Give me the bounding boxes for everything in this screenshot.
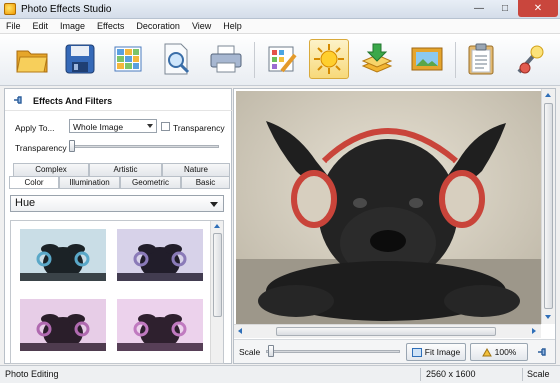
apply-to-label: Apply To... [15,123,55,133]
minimize-button[interactable]: — [466,0,492,17]
close-button[interactable]: ✕ [518,0,558,17]
zoom-actual-icon [481,347,492,356]
fit-image-icon [411,347,422,357]
tab-complex[interactable]: Complex [13,163,89,176]
scale-slider-thumb[interactable] [268,345,274,357]
effect-thumbnail[interactable] [117,229,203,281]
transparency-checkbox-label: Transparency [173,123,225,133]
clipboard-button[interactable] [461,39,501,79]
chevron-down-icon [210,202,218,207]
chevron-down-icon [147,124,153,128]
tab-nature[interactable]: Nature [162,163,230,176]
scale-bar: Scale Fit Image 100% [234,339,555,363]
preview-button[interactable] [156,39,196,79]
actual-size-button[interactable]: 100% [470,343,528,361]
picture-frame-icon [411,47,443,71]
open-folder-icon [16,50,48,73]
color-grid-pencil-icon [268,46,297,73]
pin-icon[interactable] [537,347,547,357]
menu-image[interactable]: Image [54,19,91,33]
menu-edit[interactable]: Edit [27,19,55,33]
status-divider [522,368,523,381]
app-icon [4,3,16,15]
scroll-thumb[interactable] [544,103,553,309]
window-title: Photo Effects Studio [21,4,112,15]
status-mode: Photo Editing [5,369,59,379]
thumbnails-scrollbar[interactable] [210,221,223,363]
image-viewer: Scale Fit Image 100% [233,88,556,364]
magic-wand-icon [517,45,544,74]
layers-button[interactable] [357,39,397,79]
title-bar: Photo Effects Studio — □ ✕ [0,0,560,19]
viewer-vertical-scrollbar[interactable] [541,89,555,324]
transparency-slider-track[interactable] [69,145,219,148]
actual-size-label: 100% [494,347,517,357]
scale-slider-track[interactable] [266,350,400,353]
effect-select[interactable]: Hue [10,195,224,212]
sun-effects-icon [314,44,344,74]
grid-button[interactable] [108,39,148,79]
menu-effects[interactable]: Effects [91,19,130,33]
maximize-button[interactable]: □ [492,0,518,17]
frame-button[interactable] [407,39,447,79]
color-grid-button[interactable] [262,39,302,79]
scroll-up-icon[interactable] [214,224,220,228]
save-disk-icon [65,44,95,74]
effect-thumbnails [10,220,224,364]
status-scale: Scale [527,369,550,379]
fit-image-button[interactable]: Fit Image [406,343,466,361]
effect-thumbnail[interactable] [20,229,106,281]
toolbar-separator [254,42,255,78]
menu-bar: File Edit Image Effects Decoration View … [0,19,560,34]
status-dimensions: 2560 x 1600 [426,369,476,379]
tab-divider [9,188,230,189]
apply-to-select[interactable]: Whole Image [69,119,157,133]
tab-artistic[interactable]: Artistic [89,163,162,176]
effect-select-value: Hue [15,197,36,209]
preview-magnifier-icon [164,43,190,75]
toolbar [0,34,560,86]
magic-button[interactable] [510,39,550,79]
menu-view[interactable]: View [186,19,217,33]
effect-thumbnail[interactable] [20,299,106,351]
scale-label: Scale [239,347,261,357]
scroll-up-icon[interactable] [545,93,551,97]
tabs-row-1: Complex Artistic Nature [13,163,230,176]
scroll-down-icon[interactable] [545,315,551,319]
dog-photo [236,91,541,324]
scroll-left-icon[interactable] [238,328,242,334]
print-button[interactable] [206,39,246,79]
transparency-slider-label: Transparency [15,143,67,153]
effect-thumbnail[interactable] [117,299,203,351]
fit-image-label: Fit Image [424,347,461,357]
transparency-checkbox[interactable] [161,122,170,131]
pin-icon[interactable] [13,95,23,105]
transparency-slider-thumb[interactable] [69,140,75,152]
status-divider [420,368,421,381]
panel-title: Effects And Filters [33,96,113,106]
scroll-right-icon[interactable] [532,328,536,334]
scroll-thumb[interactable] [276,327,496,336]
scroll-thumb[interactable] [213,233,222,317]
layers-download-icon [361,43,393,73]
menu-file[interactable]: File [0,19,27,33]
printer-icon [210,45,242,73]
panel-header: Effects And Filters [5,89,233,111]
viewer-horizontal-scrollbar[interactable] [234,324,541,338]
apply-to-value: Whole Image [73,122,124,132]
photo-canvas[interactable] [236,91,541,324]
grid-icon [114,46,142,72]
menu-decoration[interactable]: Decoration [130,19,186,33]
save-button[interactable] [60,39,100,79]
open-button[interactable] [12,39,52,79]
toolbar-separator [455,42,456,78]
menu-help[interactable]: Help [217,19,248,33]
clipboard-icon [468,43,494,75]
effects-button[interactable] [309,39,349,79]
status-bar: Photo Editing 2560 x 1600 Scale [0,365,560,383]
